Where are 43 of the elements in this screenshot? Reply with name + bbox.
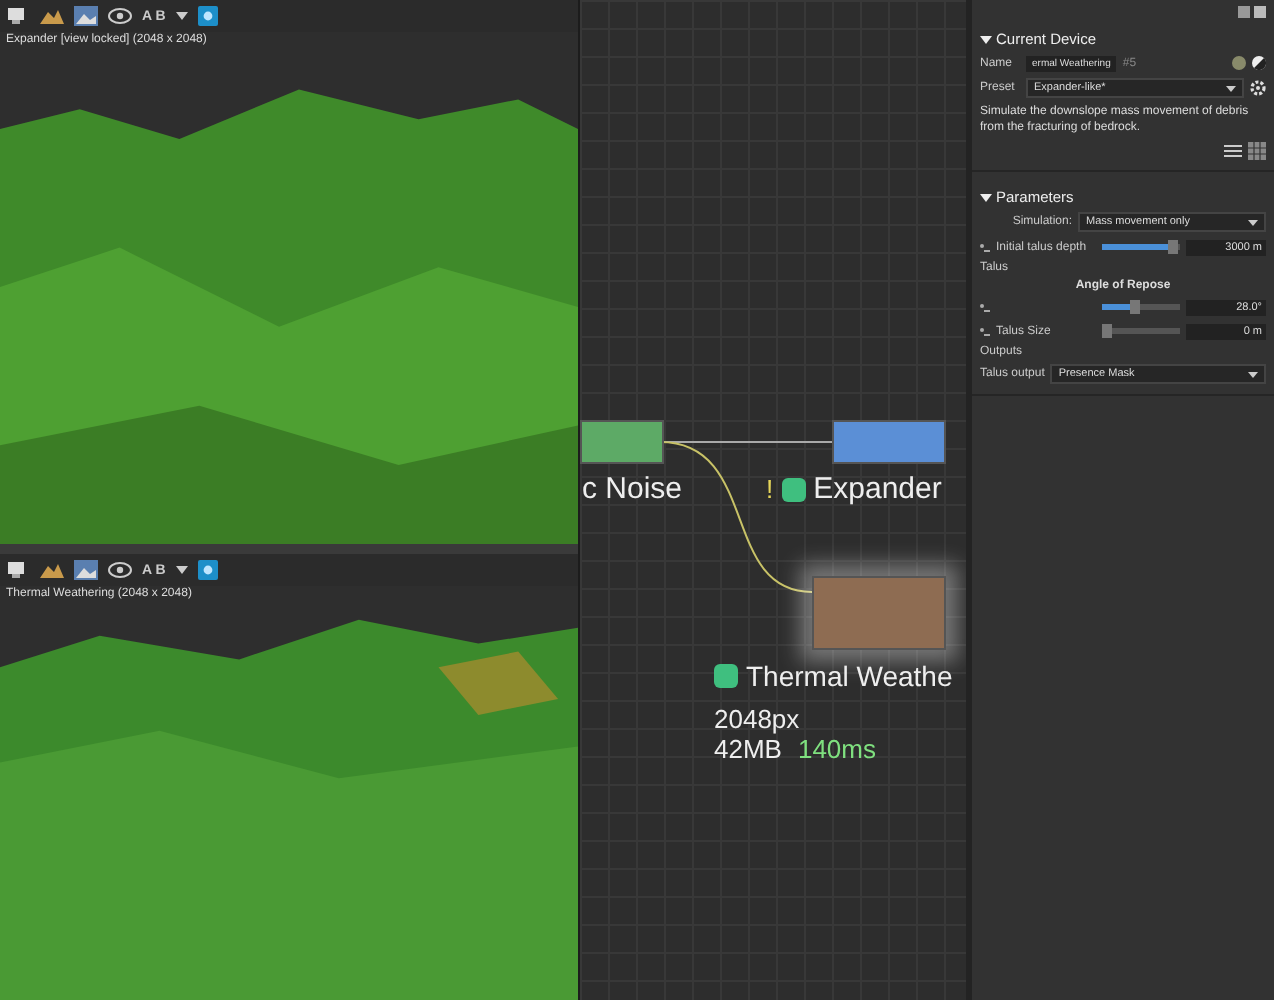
contrast-icon[interactable] [1252,56,1266,70]
camera-icon[interactable] [197,560,218,580]
eye-icon[interactable] [108,560,132,580]
view-icon[interactable] [6,6,30,26]
caret-icon [1248,371,1258,377]
image-icon[interactable] [74,6,98,26]
caret-icon[interactable] [175,566,188,574]
collapse-caret-icon[interactable] [980,35,992,43]
terrain-icon[interactable] [40,560,64,580]
sliders-icon[interactable] [1224,144,1242,158]
slider-thumb[interactable] [1102,324,1112,338]
slider-thumb[interactable] [1167,240,1178,254]
node-time: 140ms [797,734,876,764]
node-memory: 42MB [714,734,782,764]
caret-icon [1248,219,1258,225]
slider-thumb[interactable] [1129,300,1140,314]
pin-icon[interactable] [980,243,990,251]
graph-node[interactable] [812,576,946,650]
caret-icon[interactable] [175,12,188,20]
warning-mark: ! [766,474,774,504]
node-resolution: 2048px [714,704,802,734]
pin-icon[interactable] [980,303,990,311]
camera-icon[interactable] [197,6,218,26]
settings-icon[interactable] [1250,80,1266,96]
node-label: Expander [813,472,942,506]
status-icon [781,477,806,501]
node-label: Thermal Weathe [746,660,953,692]
status-icon [714,664,738,688]
slider-track[interactable] [1102,328,1180,334]
pin-icon[interactable] [980,327,990,335]
graph-node[interactable] [832,420,946,464]
grid-icon[interactable] [1248,142,1266,160]
image-icon[interactable] [74,560,98,580]
slider-track[interactable] [1102,244,1180,250]
node-label: c Noise [582,472,683,506]
terrain-icon[interactable] [40,6,64,26]
caret-icon [1226,85,1236,91]
collapse-caret-icon[interactable] [980,193,992,201]
slider-track[interactable] [1102,304,1180,310]
status-icon [1232,56,1246,70]
eye-icon[interactable] [108,6,132,26]
graph-node[interactable] [580,420,664,464]
view-icon[interactable] [6,560,30,580]
